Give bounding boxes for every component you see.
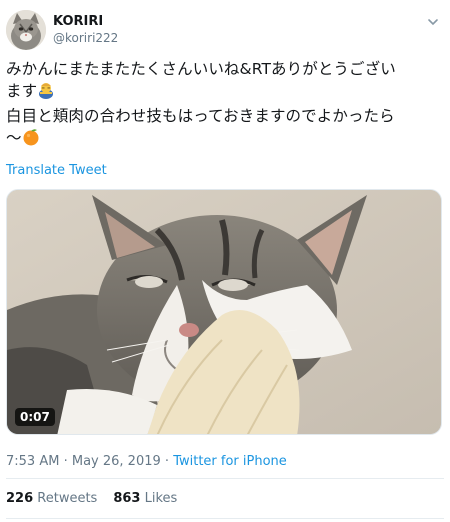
tweet-text-line: 〜 <box>6 127 446 152</box>
meta-separator: · <box>63 454 68 469</box>
likes-count: 863 <box>113 491 141 506</box>
tweet-stats: 226 Retweets 863 Likes <box>6 491 177 506</box>
author-handle[interactable]: @koriri222 <box>53 31 118 45</box>
tweet-header: KORIRI @koriri222 <box>6 8 444 52</box>
tweet-source[interactable]: Twitter for iPhone <box>173 454 287 469</box>
translate-tweet-link[interactable]: Translate Tweet <box>6 163 107 178</box>
retweets-count: 226 <box>6 491 34 506</box>
tweet-text-fragment: ます <box>6 82 38 100</box>
tweet-text-line: みかんにまたまたたくさんいいね&RTありがとうござい <box>6 60 396 78</box>
chevron-down-icon[interactable] <box>426 14 440 28</box>
likes-stat[interactable]: 863 Likes <box>113 491 177 506</box>
video-thumbnail <box>7 190 441 434</box>
likes-label: Likes <box>144 491 178 506</box>
retweets-stat[interactable]: 226 Retweets <box>6 491 97 506</box>
person-bowing-emoji <box>37 81 55 105</box>
video-player[interactable]: 0:07 <box>6 189 442 435</box>
video-duration: 0:07 <box>15 408 55 426</box>
meta-separator: · <box>164 454 170 469</box>
tweet-date[interactable]: May 26, 2019 <box>72 454 161 469</box>
tweet-text-fragment: 〜 <box>6 129 22 147</box>
tweet-meta: 7:53 AM · May 26, 2019 · Twitter for iPh… <box>6 454 287 469</box>
tweet-text-line: 白目と頬肉の合わせ技もはっておきますのでよかったら <box>6 107 395 125</box>
divider <box>6 518 444 519</box>
tangerine-emoji <box>22 128 40 152</box>
tweet-card: KORIRI @koriri222 みかんにまたまたたくさんいいね&RTありがと… <box>0 0 450 522</box>
tweet-time[interactable]: 7:53 AM <box>6 454 59 469</box>
retweets-label: Retweets <box>37 491 98 506</box>
tweet-text: みかんにまたまたたくさんいいね&RTありがとうござい ます 白目と頬肉の合わせ技… <box>6 58 446 152</box>
divider <box>6 478 444 479</box>
avatar[interactable] <box>6 10 46 50</box>
tweet-text-line: ます <box>6 80 446 105</box>
author-name[interactable]: KORIRI <box>53 14 103 29</box>
